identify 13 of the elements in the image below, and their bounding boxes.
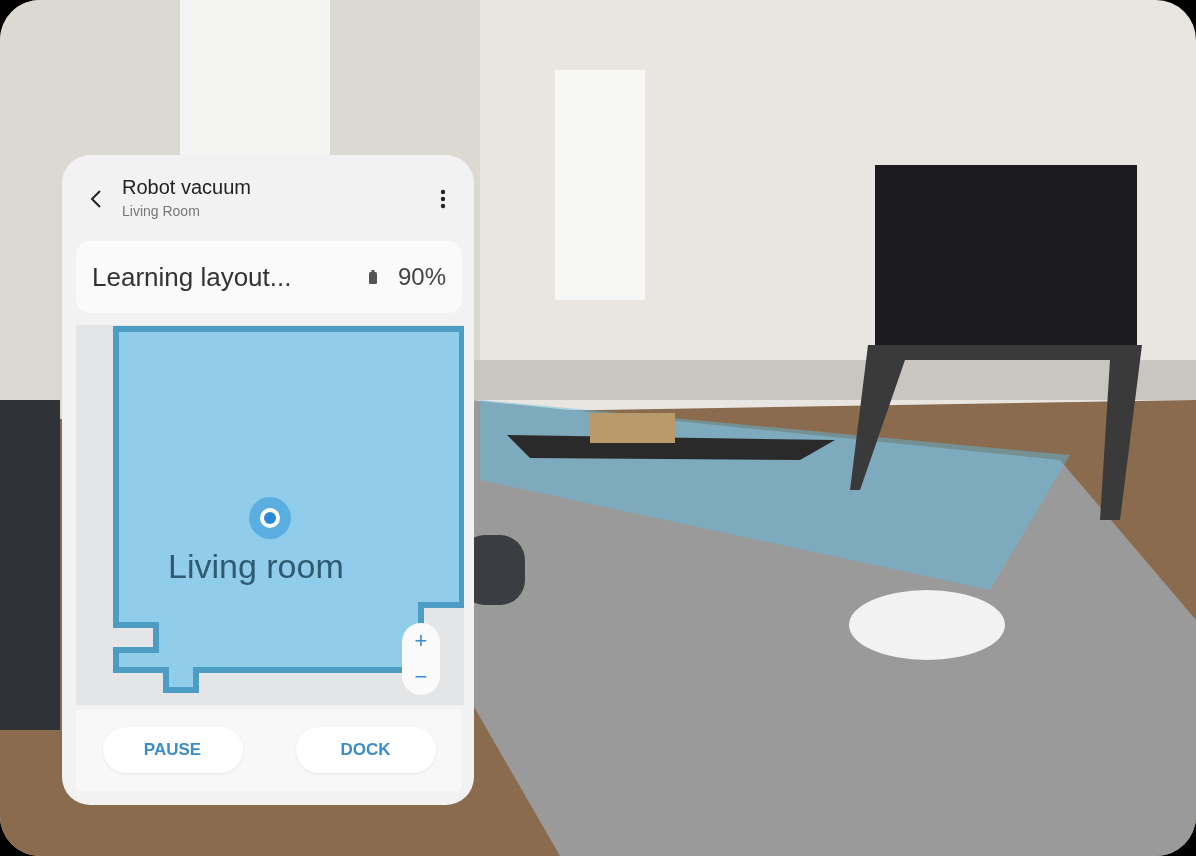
- back-icon[interactable]: [90, 189, 102, 209]
- status-text: Learning layout...: [92, 261, 293, 293]
- room-subtitle: Living Room: [122, 202, 201, 219]
- action-button[interactable]: DOCK: [295, 727, 436, 773]
- action-button[interactable]: PAUSE: [102, 727, 243, 773]
- device-title: Robot vacuum: [122, 175, 252, 199]
- zoom-button[interactable]: +: [402, 623, 440, 659]
- room-label: Living room: [168, 547, 344, 586]
- battery-percent: 90%: [397, 263, 446, 291]
- battery-icon: [367, 269, 378, 285]
- more-menu-icon[interactable]: [440, 189, 446, 209]
- location-marker-icon: [248, 496, 292, 540]
- zoom-button[interactable]: −: [402, 659, 440, 695]
